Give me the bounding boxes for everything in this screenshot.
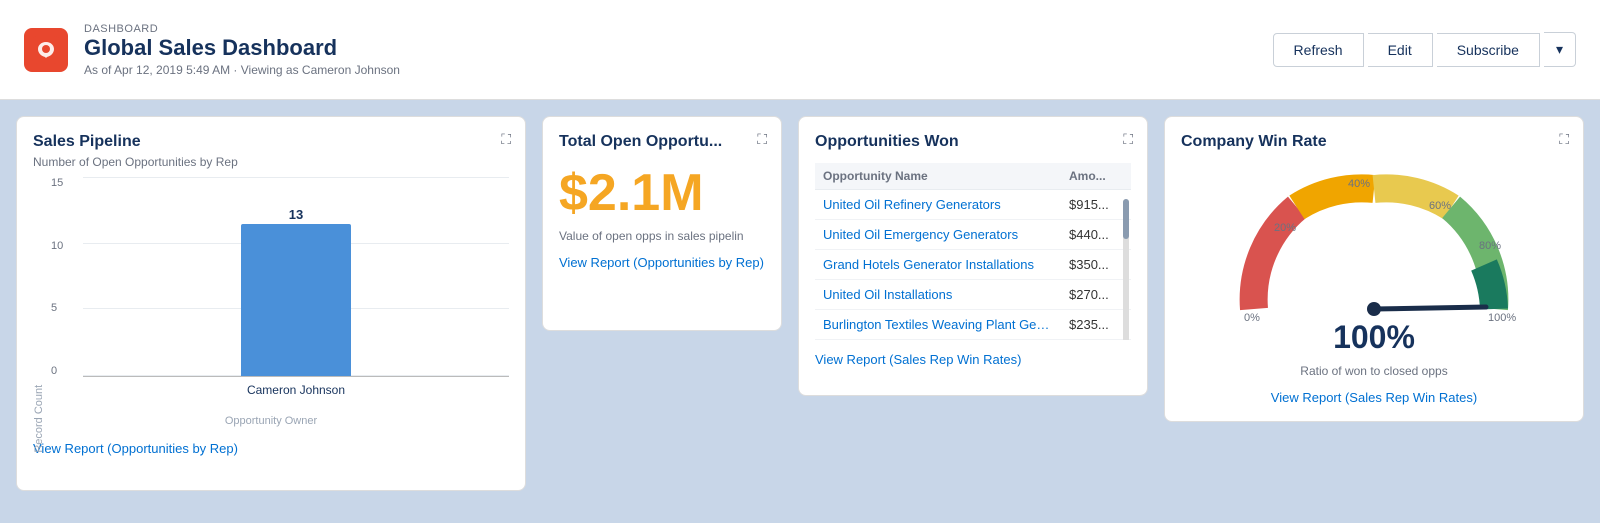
svg-text:0%: 0% xyxy=(1244,312,1260,324)
opps-table-container: Opportunity Name Amo... United Oil Refin… xyxy=(815,155,1131,340)
y-label-0: 0 xyxy=(51,365,75,377)
refresh-button[interactable]: Refresh xyxy=(1273,33,1364,67)
opps-row-amount: $235... xyxy=(1061,310,1131,340)
win-rate-expand-icon[interactable]: ⛶ xyxy=(1559,131,1569,148)
total-opps-view-report-link[interactable]: View Report (Opportunities by Rep) xyxy=(559,255,765,270)
bar-value-label: 13 xyxy=(289,207,303,222)
opps-won-view-report-link[interactable]: View Report (Sales Rep Win Rates) xyxy=(815,352,1131,367)
total-opps-desc: Value of open opps in sales pipelin xyxy=(559,229,765,243)
pipeline-card-subtitle: Number of Open Opportunities by Rep xyxy=(33,155,509,169)
pipeline-expand-icon[interactable]: ⛶ xyxy=(501,131,511,148)
table-row: Grand Hotels Generator Installations$350… xyxy=(815,250,1131,280)
header-actions: Refresh Edit Subscribe ▾ xyxy=(1273,32,1576,67)
table-row: United Oil Installations$270... xyxy=(815,280,1131,310)
opps-row-name[interactable]: United Oil Refinery Generators xyxy=(815,190,1061,220)
svg-text:20%: 20% xyxy=(1274,222,1296,234)
x-axis-title: Opportunity Owner xyxy=(225,415,317,427)
table-row: United Oil Refinery Generators$915... xyxy=(815,190,1131,220)
app-icon xyxy=(24,28,68,72)
pipeline-view-report-link[interactable]: View Report (Opportunities by Rep) xyxy=(33,441,509,456)
opps-table: Opportunity Name Amo... United Oil Refin… xyxy=(815,163,1131,340)
y-axis-title: Record Count xyxy=(33,385,45,453)
opps-row-amount: $915... xyxy=(1061,190,1131,220)
svg-text:100%: 100% xyxy=(1488,312,1516,324)
table-row: Burlington Textiles Weaving Plant Gen...… xyxy=(815,310,1131,340)
opps-row-name[interactable]: Burlington Textiles Weaving Plant Gen... xyxy=(815,310,1061,340)
total-opps-title: Total Open Opportu... xyxy=(559,133,765,151)
win-rate-desc: Ratio of won to closed opps xyxy=(1181,364,1567,378)
opps-won-card: Opportunities Won ⛶ Opportunity Name Amo… xyxy=(798,116,1148,396)
win-rate-card: Company Win Rate ⛶ 0% 20% 40% xyxy=(1164,116,1584,422)
dashboard-title: Global Sales Dashboard xyxy=(84,35,400,61)
dashboard-label: DASHBOARD xyxy=(84,23,400,35)
sales-pipeline-card: Sales Pipeline Number of Open Opportunit… xyxy=(16,116,526,491)
pipeline-bar xyxy=(241,224,351,376)
scroll-thumb xyxy=(1123,199,1129,239)
table-row: United Oil Emergency Generators$440... xyxy=(815,220,1131,250)
edit-button[interactable]: Edit xyxy=(1368,33,1433,67)
dashboard: Sales Pipeline Number of Open Opportunit… xyxy=(0,100,1600,507)
total-opps-expand-icon[interactable]: ⛶ xyxy=(757,131,767,148)
opps-row-amount: $270... xyxy=(1061,280,1131,310)
win-rate-view-report-link[interactable]: View Report (Sales Rep Win Rates) xyxy=(1181,390,1567,405)
opps-row-name[interactable]: United Oil Installations xyxy=(815,280,1061,310)
svg-text:60%: 60% xyxy=(1429,200,1451,212)
svg-text:80%: 80% xyxy=(1479,240,1501,252)
opps-row-amount: $350... xyxy=(1061,250,1131,280)
scroll-indicator[interactable] xyxy=(1123,199,1129,340)
total-opps-card: Total Open Opportu... ⛶ $2.1M Value of o… xyxy=(542,116,782,331)
col-header-amount: Amo... xyxy=(1061,163,1131,190)
y-label-10: 10 xyxy=(51,240,75,252)
svg-text:40%: 40% xyxy=(1348,178,1370,190)
col-header-name: Opportunity Name xyxy=(815,163,1061,190)
win-rate-title: Company Win Rate xyxy=(1181,133,1567,151)
dropdown-button[interactable]: ▾ xyxy=(1544,32,1576,67)
win-rate-value: 100% xyxy=(1333,319,1415,356)
opps-won-title: Opportunities Won xyxy=(815,133,1131,151)
opps-row-name[interactable]: United Oil Emergency Generators xyxy=(815,220,1061,250)
opps-row-name[interactable]: Grand Hotels Generator Installations xyxy=(815,250,1061,280)
y-label-5: 5 xyxy=(51,302,75,314)
header-left: DASHBOARD Global Sales Dashboard As of A… xyxy=(24,23,400,77)
header-text: DASHBOARD Global Sales Dashboard As of A… xyxy=(84,23,400,77)
opps-won-expand-icon[interactable]: ⛶ xyxy=(1123,131,1133,148)
gauge-svg: 0% 20% 40% 60% 80% 100% xyxy=(1224,159,1524,329)
pipeline-card-title: Sales Pipeline xyxy=(33,133,509,151)
dashboard-subtitle: As of Apr 12, 2019 5:49 AM · Viewing as … xyxy=(84,63,400,77)
total-opps-amount: $2.1M xyxy=(559,167,765,219)
header: DASHBOARD Global Sales Dashboard As of A… xyxy=(0,0,1600,100)
opps-row-amount: $440... xyxy=(1061,220,1131,250)
gauge-container: 0% 20% 40% 60% 80% 100% 100% xyxy=(1181,159,1567,356)
bar-x-label: Cameron Johnson xyxy=(247,383,345,397)
subscribe-button[interactable]: Subscribe xyxy=(1437,33,1540,67)
y-label-15: 15 xyxy=(51,177,75,189)
